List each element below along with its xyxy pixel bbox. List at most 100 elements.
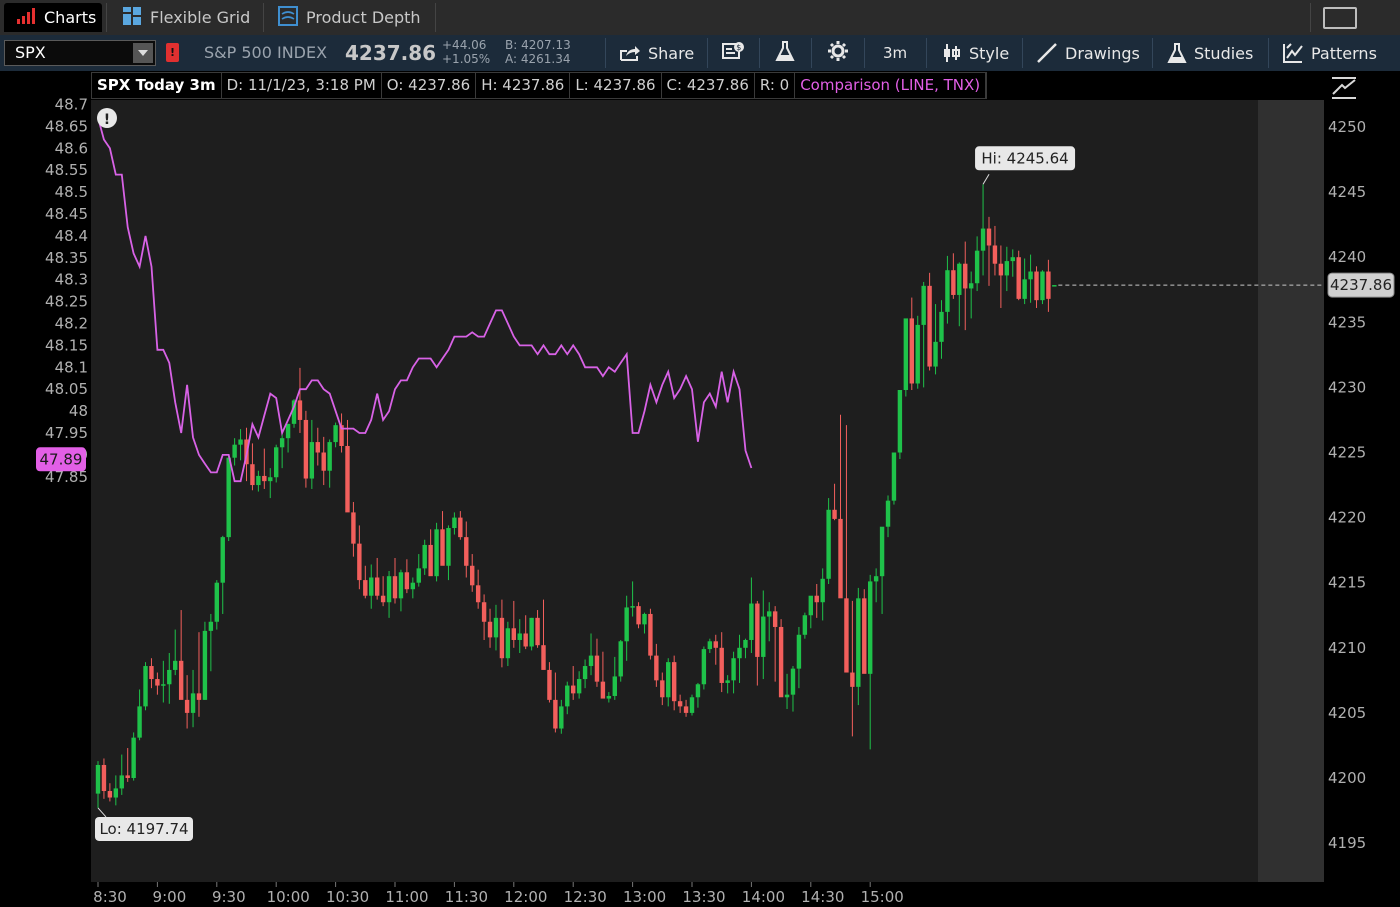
candle-body — [309, 442, 315, 479]
candle-body — [149, 666, 154, 680]
candle-body — [624, 607, 629, 642]
candle-body — [820, 578, 825, 603]
time-axis-tick: 15:00 — [861, 888, 904, 906]
candle-body — [481, 602, 487, 622]
candle-body — [173, 660, 178, 670]
left-axis-tick: 48.1 — [55, 358, 88, 376]
alert-flag-icon[interactable]: ! — [166, 43, 179, 62]
style-button[interactable]: Style — [942, 35, 1009, 71]
candle-body — [113, 788, 119, 798]
chart-header-strip: SPX Today 3m D: 11/1/23, 3:18 PM O: 4237… — [91, 72, 988, 99]
candle-body — [137, 706, 142, 738]
candle-body — [903, 318, 909, 391]
left-axis-tick: 48.55 — [45, 161, 88, 179]
symbol-input[interactable]: SPX — [4, 40, 156, 66]
candle-body — [862, 598, 867, 674]
share-label: Share — [648, 43, 695, 63]
candle-body — [778, 626, 784, 698]
candle-body — [636, 606, 641, 625]
tab-label: Charts — [44, 8, 97, 27]
candle-body — [458, 517, 463, 538]
svg-text:$: $ — [736, 43, 741, 52]
candle-body — [475, 585, 481, 603]
studies-label: Studies — [1194, 43, 1254, 63]
candle-body — [422, 544, 427, 569]
candle-body — [119, 775, 124, 789]
candle-body — [571, 685, 576, 694]
lab-button[interactable] — [775, 35, 795, 71]
tab-charts[interactable]: Charts — [4, 3, 102, 32]
comparison-label[interactable]: Comparison (LINE, TNX) — [795, 73, 987, 98]
tab-product-depth[interactable]: Product Depth — [278, 3, 421, 32]
candle-body — [392, 576, 398, 599]
candle-body — [315, 442, 320, 453]
candle-body — [844, 598, 849, 673]
candle-body — [873, 576, 879, 582]
flask-icon — [1167, 42, 1187, 64]
share-button[interactable]: Share — [619, 35, 694, 71]
time-axis-tick: 11:00 — [385, 888, 428, 906]
net-change: +44.06 — [442, 38, 487, 52]
candle-body — [464, 537, 469, 566]
tab-flexible-grid[interactable]: Flexible Grid — [122, 3, 250, 32]
left-axis-tick: 47.95 — [45, 424, 88, 442]
bar-date: D: 11/1/23, 3:18 PM — [222, 73, 382, 98]
price-chart[interactable]: 48.7 48.65 48.6 48.55 48.5 48.45 48.4 48.35 48.3… — [0, 72, 1400, 907]
left-axis-tick: 48.15 — [45, 336, 88, 354]
last-price: 4237.86 — [345, 41, 437, 65]
patterns-button[interactable]: Patterns — [1282, 35, 1377, 71]
candle-body — [838, 518, 843, 599]
chart-title[interactable]: SPX Today 3m — [92, 73, 222, 98]
candle-body — [434, 529, 439, 577]
time-axis-tick: 8:30 — [93, 888, 127, 906]
candle-body — [470, 565, 475, 586]
depth-icon — [278, 5, 298, 30]
candle-body — [612, 676, 617, 696]
candle-body — [921, 285, 926, 325]
studies-button[interactable]: Studies — [1167, 35, 1253, 71]
candle-body — [790, 668, 796, 695]
time-axis-tick: 14:00 — [742, 888, 785, 906]
candle-body — [250, 464, 255, 486]
share-icon — [619, 44, 641, 62]
left-axis-tick: 48.65 — [45, 117, 88, 135]
bar-high: H: 4237.86 — [476, 73, 571, 98]
candle-body — [386, 576, 392, 603]
candle-body — [582, 666, 588, 680]
candle-body — [493, 617, 499, 638]
right-axis-tick: 4195 — [1328, 834, 1366, 852]
candle-body — [238, 439, 243, 445]
bid-price: B: 4207.13 — [505, 38, 571, 52]
candle-body — [927, 285, 932, 367]
candle-body — [1016, 257, 1021, 299]
candle-body — [719, 647, 724, 683]
candle-body — [125, 775, 130, 778]
candle-body — [832, 509, 837, 519]
warning-icon-glyph: ! — [104, 112, 110, 128]
candle-body — [202, 630, 208, 700]
candle-body — [737, 647, 742, 659]
candle-body — [410, 582, 416, 590]
time-axis-tick: 9:00 — [153, 888, 187, 906]
candle-body — [713, 641, 718, 648]
last-price-axis-label: 4237.86 — [1330, 276, 1392, 294]
chart-settings-icon[interactable] — [1330, 74, 1358, 104]
settings-button[interactable] — [827, 35, 849, 71]
candle-body — [297, 400, 303, 420]
candle-body — [184, 699, 190, 713]
candle-body — [279, 438, 285, 448]
chevron-down-icon[interactable] — [133, 43, 153, 63]
left-axis-tick: 48.45 — [45, 205, 88, 223]
drawings-button[interactable]: Drawings — [1036, 35, 1140, 71]
candle-body — [553, 699, 558, 729]
left-axis-tick: 48.2 — [55, 315, 88, 333]
quote-details-button[interactable]: $ — [722, 35, 746, 71]
chart-toolbar: SPX ! S&P 500 INDEX 4237.86 +44.06 +1.05… — [0, 35, 1400, 71]
candle-body — [677, 701, 683, 707]
candle-body — [446, 528, 451, 566]
candle-body — [1040, 271, 1045, 301]
window-layout-button[interactable] — [1323, 7, 1357, 29]
candle-body — [600, 681, 606, 699]
timeframe-button[interactable]: 3m — [883, 35, 907, 71]
candle-body — [499, 617, 505, 659]
